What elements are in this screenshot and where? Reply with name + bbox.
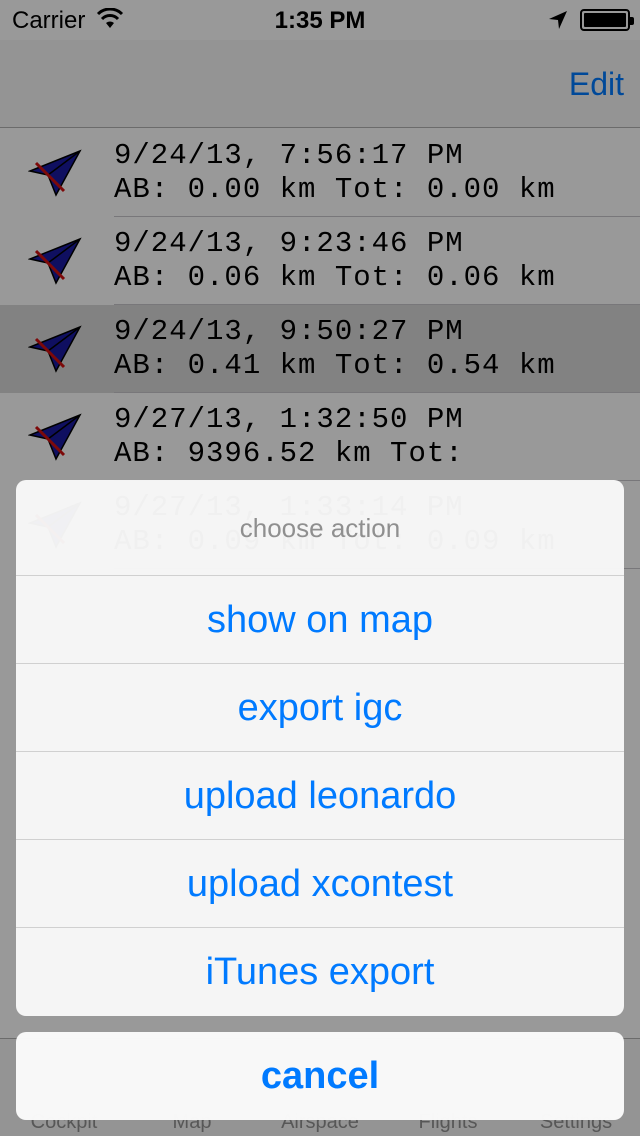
action-sheet: choose action show on map export igc uploa… (16, 480, 624, 1016)
cancel-button[interactable]: cancel (16, 1032, 624, 1120)
export-igc-button[interactable]: export igc (16, 664, 624, 752)
show-on-map-button[interactable]: show on map (16, 576, 624, 664)
action-sheet-title: choose action (16, 480, 624, 576)
upload-xcontest-button[interactable]: upload xcontest (16, 840, 624, 928)
itunes-export-button[interactable]: iTunes export (16, 928, 624, 1016)
upload-leonardo-button[interactable]: upload leonardo (16, 752, 624, 840)
